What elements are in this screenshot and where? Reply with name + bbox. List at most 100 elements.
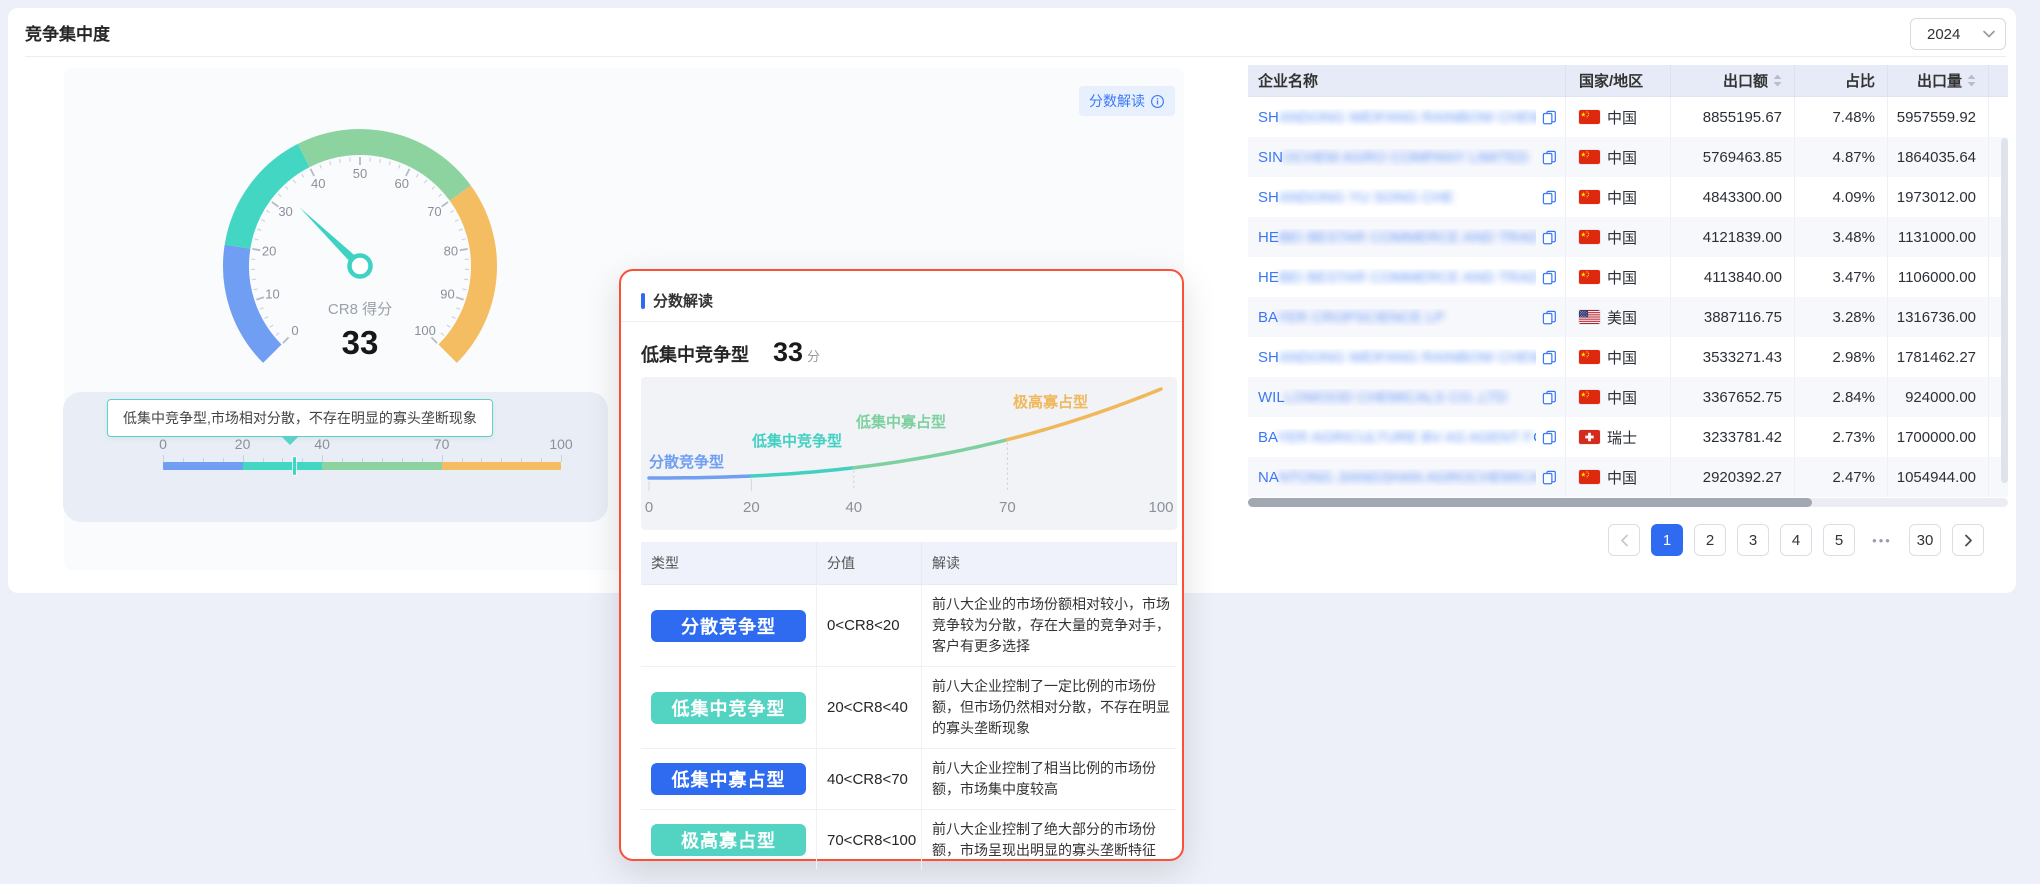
company-name-link[interactable]: NANTONG JIANGSHAN AGROCHEMICAL ... xyxy=(1258,469,1536,486)
type-badge-button[interactable]: 低集中竞争型 xyxy=(651,692,806,724)
slider-ruler-tick xyxy=(561,455,562,462)
company-name-link[interactable]: WILLOWOOD CHEMICALS CO.,LTD xyxy=(1258,389,1536,406)
score-band-area: 低集中竞争型,市场相对分散，不存在明显的寡头垄断现象 0204070100 xyxy=(63,392,608,522)
pagination-page-2[interactable]: 2 xyxy=(1694,524,1726,556)
pagination-page-30[interactable]: 30 xyxy=(1909,524,1941,556)
header-label: 国家/地区 xyxy=(1579,70,1643,91)
country-name: 中国 xyxy=(1607,227,1637,248)
export-value-cell: 3533271.43 xyxy=(1671,337,1795,377)
copy-button[interactable] xyxy=(1542,150,1557,165)
copy-button[interactable] xyxy=(1542,310,1557,325)
pagination-page-4[interactable]: 4 xyxy=(1780,524,1812,556)
export-value-cell: 4121839.00 xyxy=(1671,217,1795,257)
horizontal-scrollbar-thumb[interactable] xyxy=(1248,498,1812,507)
header-share: 占比 xyxy=(1795,65,1888,97)
export-value-cell: 4113840.00 xyxy=(1671,257,1795,297)
types-table-row: 低集中寡占型40<CR8<70前八大企业控制了相当比例的市场份额，市场集中度较高 xyxy=(641,749,1177,810)
header-export-qty[interactable]: 出口量 xyxy=(1888,65,1989,97)
company-name-link[interactable]: SHANDONG WEIFANG RAINBOW CHEMI... xyxy=(1258,349,1536,366)
company-name-link[interactable]: SHANDONG YU SONG CHE xyxy=(1258,189,1536,206)
copy-button[interactable] xyxy=(1542,430,1557,445)
country-cell: 美国 xyxy=(1566,297,1671,337)
interpretation-cell: 前八大企业控制了相当比例的市场份额，市场集中度较高 xyxy=(922,749,1177,809)
score-range-cell: 0<CR8<20 xyxy=(817,585,922,666)
pagination-page-5[interactable]: 5 xyxy=(1823,524,1855,556)
flag-china-icon xyxy=(1579,470,1600,484)
company-name-link[interactable]: BAYER CROPSCIENCE LP xyxy=(1258,309,1536,326)
copy-icon xyxy=(1542,230,1557,245)
exporter-row: SHANDONG YU SONG CHE中国4843300.004.09%197… xyxy=(1248,177,2008,217)
copy-button[interactable] xyxy=(1542,470,1557,485)
gauge-band xyxy=(448,193,484,354)
type-badge-button[interactable]: 分散竞争型 xyxy=(651,610,806,642)
pagination-next-button[interactable] xyxy=(1952,524,1984,556)
company-name-link[interactable]: SINOCHEM AGRO COMPANY LIMITED xyxy=(1258,149,1536,166)
company-name-prefix: HE xyxy=(1258,269,1279,286)
share-cell: 2.73% xyxy=(1795,417,1888,457)
table-horizontal-scrollbar[interactable] xyxy=(1248,498,2008,507)
flag-china-icon xyxy=(1579,110,1600,124)
header-export-value[interactable]: 出口额 xyxy=(1671,65,1795,97)
exporter-row: SHANDONG WEIFANG RAINBOW CHEMI... 中国35332… xyxy=(1248,337,2008,377)
score-slider: 0204070100 xyxy=(163,436,561,496)
flag-china-icon xyxy=(1579,350,1600,364)
gauge-tick-label: 20 xyxy=(262,244,276,259)
score-interpretation-button[interactable]: 分数解读 xyxy=(1079,86,1175,116)
export-qty-cell: 1054944.00 xyxy=(1888,457,1989,497)
country-cell: 中国 xyxy=(1566,257,1671,297)
type-badge-button[interactable]: 极高寡占型 xyxy=(651,824,806,856)
copy-button[interactable] xyxy=(1542,350,1557,365)
gauge-value: 33 xyxy=(342,324,379,361)
copy-icon xyxy=(1542,270,1557,285)
export-qty-cell: 5957559.92 xyxy=(1888,97,1989,137)
pagination-ellipsis[interactable]: ••• xyxy=(1866,524,1898,556)
company-name-link[interactable]: BAYER AGRICULTURE BV AS AGENT FO... xyxy=(1258,429,1536,446)
pagination-page-1[interactable]: 1 xyxy=(1651,524,1683,556)
table-vertical-scrollbar-thumb[interactable] xyxy=(2001,138,2008,483)
company-name-masked: ANDONG YU SONG CHE xyxy=(1279,189,1454,206)
copy-button[interactable] xyxy=(1542,270,1557,285)
flag-china-icon xyxy=(1579,270,1600,284)
company-name-cell: NANTONG JIANGSHAN AGROCHEMICAL ... xyxy=(1248,457,1566,497)
flag-china-icon xyxy=(1579,230,1600,244)
score-result: 低集中竞争型 33 分 xyxy=(641,337,820,368)
pagination-page-3[interactable]: 3 xyxy=(1737,524,1769,556)
header-label: 占比 xyxy=(1845,70,1875,91)
header-spacer xyxy=(1989,65,2008,97)
type-badge-button[interactable]: 低集中寡占型 xyxy=(651,763,806,795)
country-name: 中国 xyxy=(1607,147,1637,168)
country-name: 美国 xyxy=(1607,307,1637,328)
share-cell: 3.47% xyxy=(1795,257,1888,297)
copy-icon xyxy=(1542,150,1557,165)
country-cell: 中国 xyxy=(1566,337,1671,377)
company-name-prefix: WIL xyxy=(1258,389,1285,406)
slider-band-segment xyxy=(442,462,561,470)
copy-button[interactable] xyxy=(1542,390,1557,405)
interpretation-cell: 前八大企业控制了一定比例的市场份额，但市场仍然相对分散，不存在明显的寡头垄断现象 xyxy=(922,667,1177,748)
company-name-link[interactable]: HEBEI BESTAR COMMERCE AND TRADE... xyxy=(1258,229,1536,246)
export-value-cell: 3367652.75 xyxy=(1671,377,1795,417)
share-cell: 3.48% xyxy=(1795,217,1888,257)
flag-usa-icon xyxy=(1579,310,1600,324)
export-value-cell: 3887116.75 xyxy=(1671,297,1795,337)
flag-china-icon xyxy=(1579,190,1600,204)
copy-button[interactable] xyxy=(1542,190,1557,205)
types-table-row: 低集中竞争型20<CR8<40前八大企业控制了一定比例的市场份额，但市场仍然相对… xyxy=(641,667,1177,749)
slider-band-segment xyxy=(243,462,323,470)
interpretation-cell: 前八大企业控制了绝大部分的市场份额，市场呈现出明显的寡头垄断特征 xyxy=(922,810,1177,870)
pagination-prev-button[interactable] xyxy=(1608,524,1640,556)
company-name-masked: YER AGRICULTURE BV AS AGENT F xyxy=(1277,429,1533,446)
copy-button[interactable] xyxy=(1542,230,1557,245)
year-select[interactable]: 2024 xyxy=(1910,18,2006,50)
company-name-prefix: BA xyxy=(1258,309,1277,326)
curve-segment xyxy=(649,476,751,478)
company-name-link[interactable]: HEBEI BESTAR COMMERCE AND TRADE... xyxy=(1258,269,1536,286)
curve-axis-label: 70 xyxy=(999,499,1016,516)
export-value-cell: 2920392.27 xyxy=(1671,457,1795,497)
export-qty-cell: 1864035.64 xyxy=(1888,137,1989,177)
company-name-link[interactable]: SHANDONG WEIFANG RAINBOW CHEMIC... xyxy=(1258,109,1536,126)
copy-button[interactable] xyxy=(1542,110,1557,125)
company-name-cell: BAYER CROPSCIENCE LP xyxy=(1248,297,1566,337)
slider-tick-label: 40 xyxy=(314,436,330,452)
sort-icon xyxy=(1967,74,1976,87)
